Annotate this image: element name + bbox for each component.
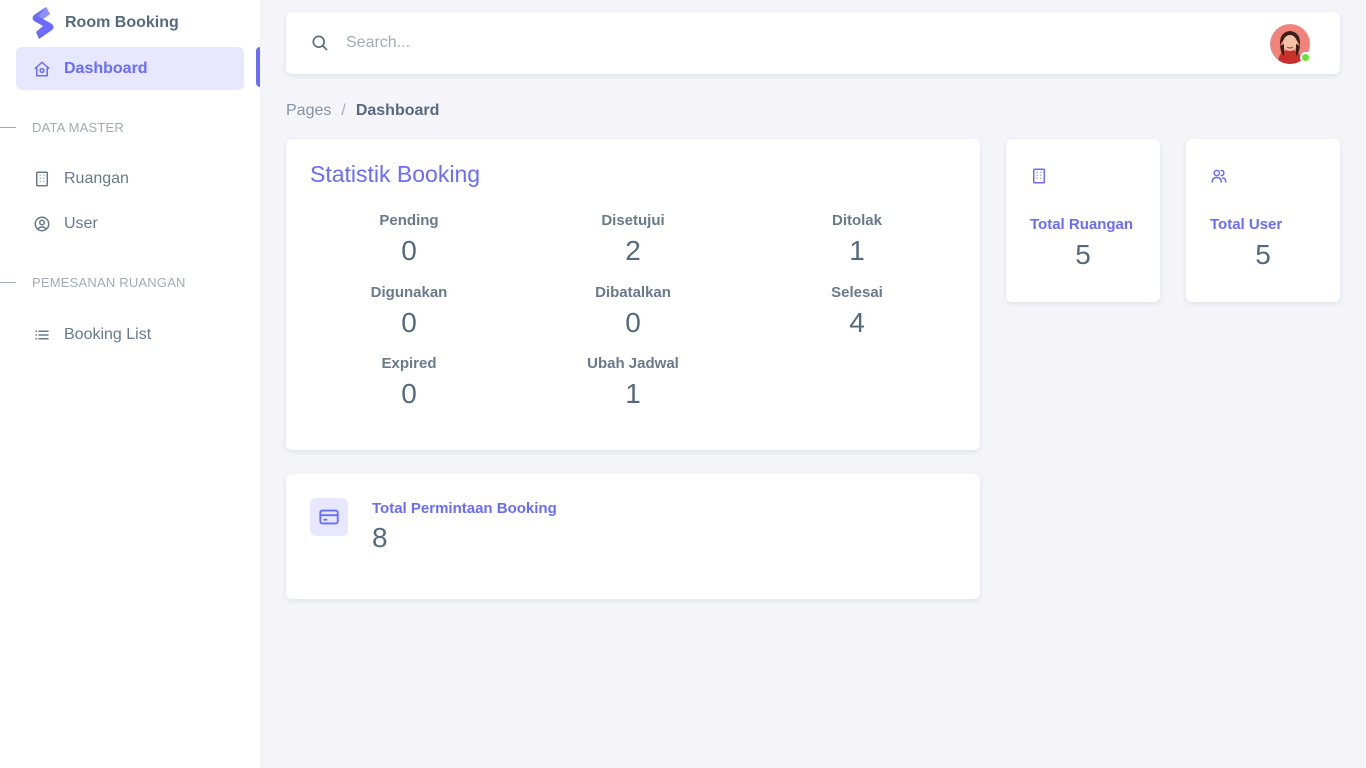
stat-value: 4 <box>849 307 865 338</box>
stat-label: Disetujui <box>601 212 665 229</box>
stat-disetujui: Disetujui 2 <box>521 210 745 268</box>
stat-value: 0 <box>401 235 417 266</box>
stat-digunakan: Digunakan 0 <box>297 282 521 340</box>
stat-selesai: Selesai 4 <box>745 282 969 340</box>
stat-label: Dibatalkan <box>595 284 671 301</box>
users-icon <box>1211 169 1227 183</box>
stat-label: Pending <box>379 212 439 229</box>
stat-value: 0 <box>625 307 641 338</box>
total-permintaan-label: Total Permintaan Booking <box>372 500 557 517</box>
stat-label: Expired <box>381 355 437 372</box>
sidebar-item-label: Ruangan <box>64 169 129 187</box>
stat-value: 0 <box>401 378 417 409</box>
stat-expired: Expired 0 <box>297 353 521 411</box>
sidebar-item-label: User <box>64 214 98 232</box>
total-ruangan-label: Total Ruangan <box>1030 216 1134 233</box>
statistik-booking-card: Statistik Booking Pending 0 Disetujui 2 … <box>286 139 980 450</box>
top-navbar <box>286 12 1340 74</box>
sidebar-item-dashboard[interactable]: Dashboard <box>16 47 244 90</box>
building-icon <box>32 169 52 189</box>
sidebar-item-ruangan[interactable]: Ruangan <box>16 157 244 200</box>
breadcrumb: Pages / Dashboard <box>286 101 439 121</box>
search-icon[interactable] <box>310 33 330 53</box>
online-status-dot <box>1300 52 1311 63</box>
breadcrumb-current: Dashboard <box>355 102 440 119</box>
stat-label: Ubah Jadwal <box>587 355 679 372</box>
total-user-value: 5 <box>1255 239 1271 270</box>
breadcrumb-pages[interactable]: Pages <box>286 102 331 120</box>
total-ruangan-card: Total Ruangan 5 <box>1006 139 1160 302</box>
active-indicator <box>256 47 260 87</box>
stat-ubah-jadwal: Ubah Jadwal 1 <box>521 353 745 411</box>
total-user-label: Total User <box>1210 216 1283 233</box>
avatar[interactable] <box>1270 24 1311 64</box>
sidebar-item-label: Dashboard <box>64 59 148 77</box>
list-icon <box>32 325 52 345</box>
stat-dibatalkan: Dibatalkan 0 <box>521 282 745 340</box>
stat-label: Digunakan <box>370 284 448 301</box>
total-ruangan-value: 5 <box>1075 239 1091 270</box>
user-circle-icon <box>32 214 52 234</box>
total-permintaan-booking-card: Total Permintaan Booking 8 <box>286 474 980 599</box>
credit-card-icon <box>310 498 348 536</box>
sidebar-item-user[interactable]: User <box>16 202 244 245</box>
brand[interactable]: Room Booking <box>30 6 179 40</box>
menu-header-data-master: DATA MASTER <box>0 117 260 137</box>
stat-value: 0 <box>401 307 417 338</box>
stat-ditolak: Ditolak 1 <box>745 210 969 268</box>
stat-value: 1 <box>625 378 641 409</box>
stat-value: 2 <box>625 235 641 266</box>
stat-pending: Pending 0 <box>297 210 521 268</box>
sidebar: Room Booking Dashboard DATA MASTER Ruang… <box>0 0 260 768</box>
search-input[interactable] <box>346 28 746 58</box>
sidebar-item-label: Booking List <box>64 325 152 343</box>
brand-name: Room Booking <box>65 14 179 31</box>
brand-logo-icon <box>32 7 54 39</box>
statistik-title: Statistik Booking <box>310 161 481 187</box>
home-icon <box>32 59 52 79</box>
breadcrumb-separator: / <box>341 102 346 119</box>
building-icon <box>1033 168 1045 184</box>
sidebar-item-booking-list[interactable]: Booking List <box>16 313 244 356</box>
total-permintaan-value: 8 <box>372 522 388 553</box>
stat-label: Ditolak <box>831 212 882 229</box>
stat-value: 1 <box>849 235 865 266</box>
stat-label: Selesai <box>831 284 883 301</box>
total-user-card: Total User 5 <box>1186 139 1340 302</box>
menu-header-pemesanan-ruangan: PEMESANAN RUANGAN <box>0 272 260 292</box>
